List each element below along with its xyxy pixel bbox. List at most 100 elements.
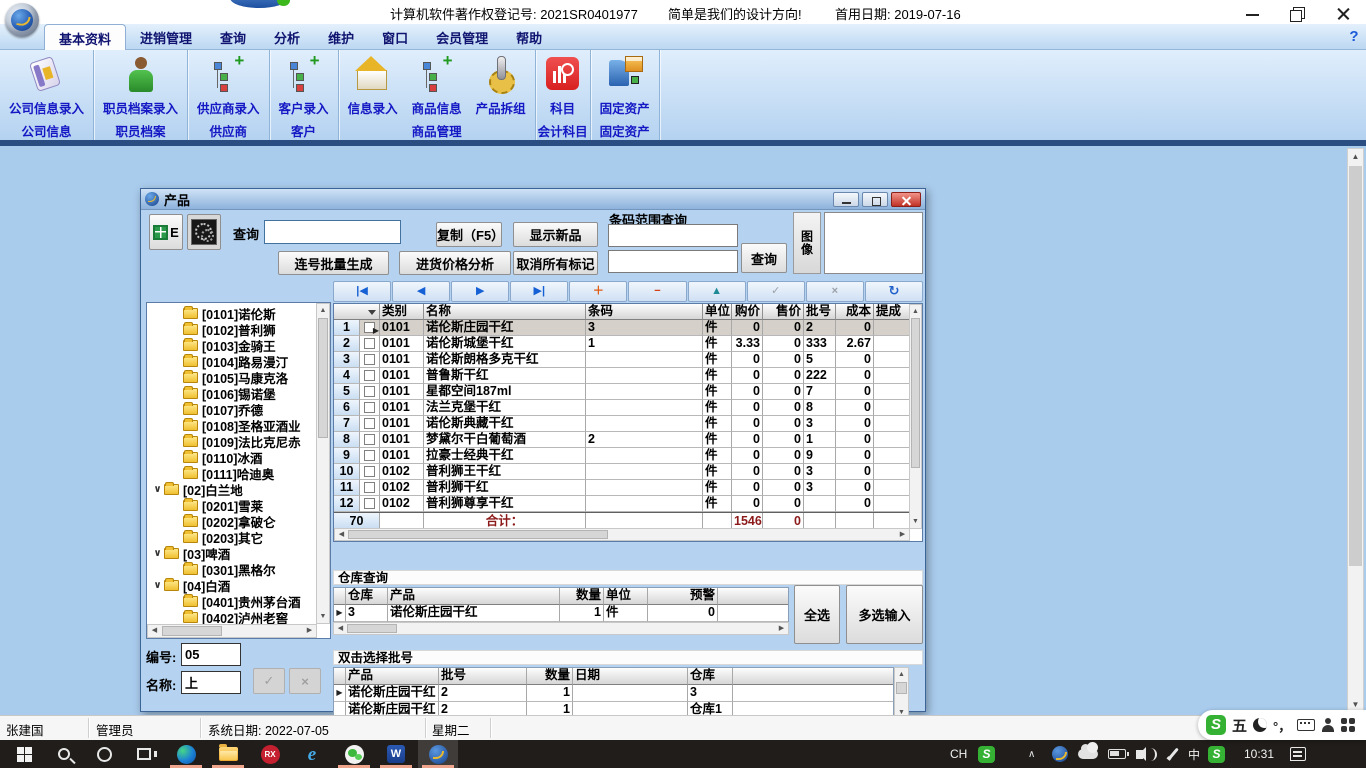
cancel-all-marks-button[interactable]: 取消所有标记 [513, 251, 598, 275]
start-button[interactable] [4, 740, 44, 768]
nav-button[interactable]: ◀ [392, 281, 450, 302]
battery-icon[interactable] [1108, 740, 1126, 768]
code-input[interactable] [181, 643, 241, 666]
task-view-button[interactable] [124, 740, 164, 768]
workspace-vertical-scrollbar[interactable]: ▲ ▼ [1347, 148, 1364, 713]
ie-taskbar-button[interactable]: e [292, 740, 332, 768]
cancel-edit-button[interactable]: × [289, 668, 321, 694]
grid-vertical-scrollbar[interactable]: ▲▼ [909, 304, 922, 529]
cortana-button[interactable] [84, 740, 124, 768]
product-row[interactable]: 10 0102 普利狮王干红 件 0 0 3 0 [334, 464, 922, 480]
menu-tab[interactable]: 会员管理 [422, 24, 502, 50]
nav-button[interactable]: ✓ [747, 281, 805, 302]
grid-horizontal-scrollbar[interactable]: ◀▶ [334, 528, 910, 541]
row-checkbox[interactable] [364, 434, 375, 445]
taskbar-search-button[interactable] [44, 740, 84, 768]
tree-vertical-scrollbar[interactable]: ▲▼ [316, 303, 330, 624]
accounting-subject-button[interactable]: 科目 [538, 54, 588, 117]
dialog-titlebar[interactable]: 产品 [141, 189, 925, 210]
nav-button[interactable]: ▶ [451, 281, 509, 302]
nav-button[interactable]: ▶| [510, 281, 568, 302]
menu-tab[interactable]: 帮助 [502, 24, 556, 50]
dialog-close-button[interactable] [891, 192, 921, 207]
expand-arrow-icon[interactable]: ∨ [151, 548, 164, 559]
word-taskbar-button[interactable]: W [376, 740, 416, 768]
product-row[interactable]: 12 0102 普利狮尊享干红 件 0 0 0 [334, 496, 922, 512]
hidden-icons-chevron[interactable]: ∧ [1028, 740, 1035, 768]
copy-button[interactable]: 复制（F5） [436, 222, 502, 247]
product-row[interactable]: 11 0102 普利狮干红 件 0 0 3 0 [334, 480, 922, 496]
tree-horizontal-scrollbar[interactable]: ◀▶ [147, 624, 317, 638]
tree-node[interactable]: [0203]其它 [147, 529, 317, 545]
soft-keyboard-icon[interactable] [1297, 719, 1315, 731]
confirm-button[interactable]: ✓ [253, 668, 285, 694]
info-entry-button[interactable]: 信息录入 [341, 54, 405, 117]
row-checkbox[interactable] [364, 402, 375, 413]
product-row[interactable]: 8 0101 梦黛尔干白葡萄酒 2 件 0 0 1 0 [334, 432, 922, 448]
nav-button[interactable]: ↻ [865, 281, 923, 302]
menu-tab[interactable]: 维护 [314, 24, 368, 50]
dialog-restore-button[interactable] [862, 192, 888, 207]
batch-vertical-scrollbar[interactable]: ▲▼ [894, 667, 909, 720]
volume-icon[interactable] [1136, 740, 1151, 768]
onedrive-icon[interactable] [1078, 740, 1098, 768]
multi-select-input-button[interactable]: 多选输入 [846, 585, 923, 644]
barcode-to-input[interactable] [608, 250, 738, 273]
sogou-tray-icon-2[interactable]: S [1208, 740, 1225, 768]
file-explorer-taskbar-button[interactable] [208, 740, 248, 768]
row-checkbox[interactable] [364, 466, 375, 477]
supplier-entry-button[interactable]: + 供应商录入 [190, 54, 267, 117]
dialog-minimize-button[interactable] [833, 192, 859, 207]
filter-dropdown-icon[interactable] [368, 310, 376, 315]
warehouse-row[interactable]: ▶ 3 诺伦斯庄园干红 1 件 0 [334, 605, 788, 622]
restore-button[interactable] [1283, 2, 1313, 22]
row-checkbox[interactable] [364, 482, 375, 493]
product-row[interactable]: 4 0101 普鲁斯干红 件 0 0 222 0 [334, 368, 922, 384]
ime-chinese-indicator[interactable]: 中 [1188, 740, 1200, 768]
erp-app-taskbar-button[interactable] [418, 740, 458, 768]
row-checkbox[interactable] [364, 450, 375, 461]
product-row[interactable]: 1 ▶ 0101 诺伦斯庄园干红 3 件 0 0 2 0 [334, 320, 922, 336]
expand-arrow-icon[interactable]: ∨ [151, 484, 164, 495]
tree-node[interactable]: [0301]黑格尔 [147, 561, 317, 577]
clock[interactable]: 10:31 [1244, 740, 1274, 768]
wechat-taskbar-button[interactable] [334, 740, 374, 768]
sogou-tray-icon[interactable]: S [978, 740, 995, 768]
ime-lang-indicator[interactable]: CH [950, 740, 967, 768]
product-split-button[interactable]: 产品拆组 [469, 54, 533, 117]
action-center-icon[interactable] [1290, 740, 1306, 768]
product-row[interactable]: 9 0101 拉豪士经典干红 件 0 0 9 0 [334, 448, 922, 464]
warehouse-horizontal-scrollbar[interactable]: ◀▶ [333, 622, 789, 635]
product-row[interactable]: 2 0101 诺伦斯城堡干红 1 件 3.33 0 333 2.67 [334, 336, 922, 352]
product-row[interactable]: 6 0101 法兰克堡干红 件 0 0 8 0 [334, 400, 922, 416]
customer-entry-button[interactable]: + 客户录入 [272, 54, 336, 117]
close-button[interactable] [1328, 2, 1358, 22]
fixed-assets-button[interactable]: 固定资产 [593, 54, 657, 117]
purchase-price-analysis-button[interactable]: 进货价格分析 [399, 251, 511, 275]
nav-button[interactable]: − [628, 281, 686, 302]
export-excel-button[interactable]: E [149, 214, 183, 250]
expand-arrow-icon[interactable]: ∨ [151, 580, 164, 591]
tree-node[interactable]: [0402]泸州老窖 [147, 609, 317, 625]
scroll-up-icon[interactable]: ▲ [1348, 149, 1363, 164]
barcode-query-button[interactable]: 查询 [741, 243, 787, 273]
nav-button[interactable]: |◀ [333, 281, 391, 302]
pen-workspace-icon[interactable] [1166, 740, 1180, 768]
serial-batch-generate-button[interactable]: 连号批量生成 [278, 251, 389, 275]
grid-header-row[interactable]: 类别 名称 条码 单位 购价 售价 批号 成本 提成 [334, 304, 922, 320]
ime-account-icon[interactable] [1321, 718, 1335, 732]
barcode-from-input[interactable] [608, 224, 738, 247]
edge-taskbar-button[interactable] [166, 740, 206, 768]
menu-tab[interactable]: 分析 [260, 24, 314, 50]
show-new-products-button[interactable]: 显示新品 [513, 222, 598, 247]
product-image-box[interactable] [824, 212, 923, 274]
ime-wubi-indicator[interactable]: 五 [1232, 715, 1247, 736]
row-checkbox[interactable] [364, 386, 375, 397]
menu-tab[interactable]: 窗口 [368, 24, 422, 50]
erp-tray-icon[interactable] [1052, 740, 1068, 768]
product-row[interactable]: 5 0101 星都空间187ml 件 0 0 7 0 [334, 384, 922, 400]
menu-tab[interactable]: 进销管理 [126, 24, 206, 50]
employee-file-entry-button[interactable]: 职员档案录入 [96, 54, 185, 117]
batch-header-row[interactable]: 产品 批号 数量 日期 仓库 [334, 668, 893, 685]
goods-info-button[interactable]: + 商品信息 [405, 54, 469, 117]
